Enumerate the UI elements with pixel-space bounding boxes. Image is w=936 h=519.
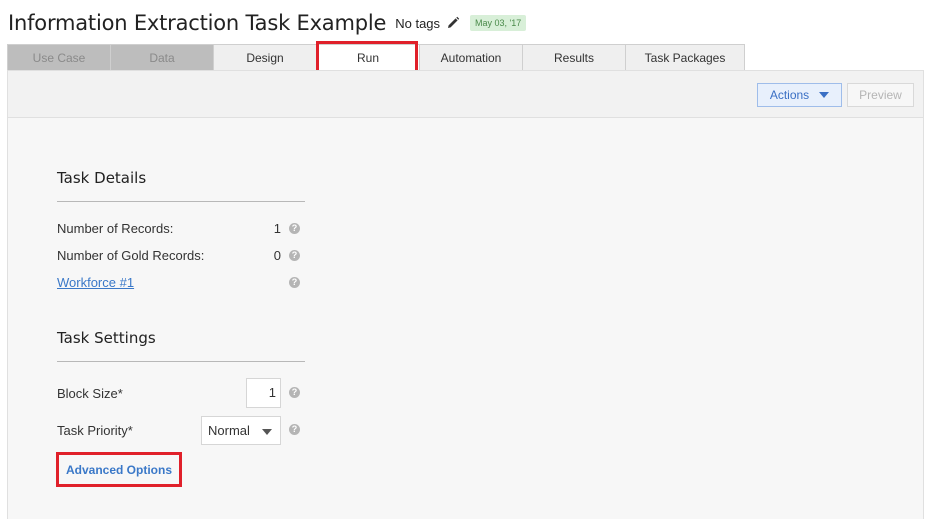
date-badge: May 03, '17 xyxy=(470,15,527,31)
divider xyxy=(57,201,305,202)
gold-records-value: 0 xyxy=(273,248,281,263)
records-value: 1 xyxy=(273,221,281,236)
help-icon[interactable]: ? xyxy=(289,387,300,398)
gold-records-label: Number of Gold Records: xyxy=(57,248,205,263)
records-label: Number of Records: xyxy=(57,221,174,236)
run-panel: Actions Preview Task Details Number of R… xyxy=(7,70,924,519)
tab-data: Data xyxy=(110,44,213,71)
divider xyxy=(57,361,305,362)
task-details-heading: Task Details xyxy=(57,169,147,187)
actions-button[interactable]: Actions xyxy=(757,83,842,107)
caret-down-icon xyxy=(819,92,830,98)
advanced-options-button[interactable]: Advanced Options xyxy=(66,463,172,477)
page-header: Information Extraction Task Example No t… xyxy=(8,8,527,38)
caret-down-icon xyxy=(262,429,272,435)
advanced-options-highlight: Advanced Options xyxy=(56,452,182,487)
tab-results[interactable]: Results xyxy=(522,44,625,71)
tab-automation[interactable]: Automation xyxy=(419,44,522,71)
preview-button: Preview xyxy=(847,83,914,107)
page-title: Information Extraction Task Example xyxy=(8,11,387,35)
task-priority-label: Task Priority* xyxy=(57,423,133,438)
block-size-input[interactable]: 1 xyxy=(246,378,281,408)
actions-label: Actions xyxy=(769,88,810,102)
pencil-icon[interactable] xyxy=(446,16,460,30)
tab-run[interactable]: Run xyxy=(316,44,419,71)
tab-design[interactable]: Design xyxy=(213,44,316,71)
tab-task-packages[interactable]: Task Packages xyxy=(625,44,745,71)
help-icon[interactable]: ? xyxy=(289,277,300,288)
tags-label: No tags xyxy=(395,15,441,31)
block-size-label: Block Size* xyxy=(57,386,123,401)
help-icon[interactable]: ? xyxy=(289,223,300,234)
help-icon[interactable]: ? xyxy=(289,250,300,261)
workforce-link[interactable]: Workforce #1 xyxy=(57,275,134,290)
task-tabs: Use Case Data Design Run Automation Resu… xyxy=(7,44,745,71)
task-priority-value: Normal xyxy=(208,423,250,438)
task-settings-heading: Task Settings xyxy=(57,329,156,347)
tags-area[interactable]: No tags xyxy=(395,16,460,31)
toolbar: Actions Preview xyxy=(8,71,923,118)
tab-use-case: Use Case xyxy=(7,44,110,71)
help-icon[interactable]: ? xyxy=(289,424,300,435)
task-priority-select[interactable]: Normal xyxy=(201,416,281,445)
